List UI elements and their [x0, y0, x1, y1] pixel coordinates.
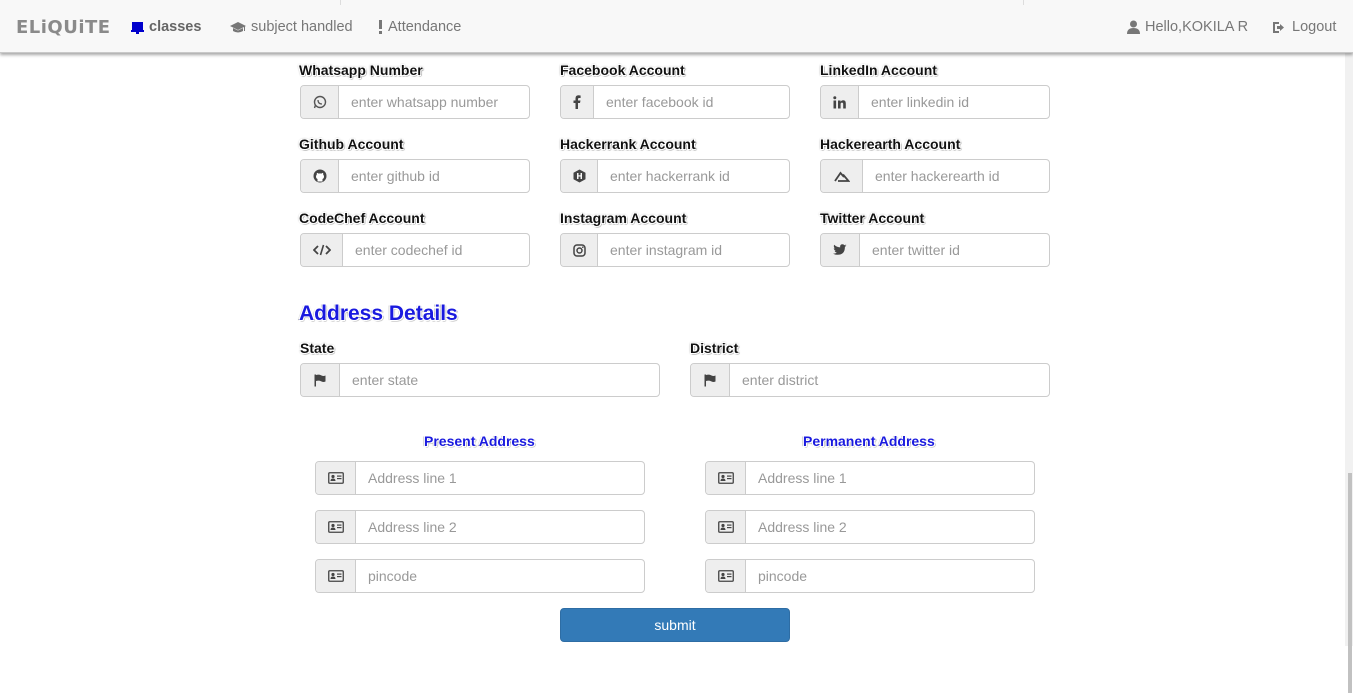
whatsapp-label: Whatsapp Number: [299, 62, 423, 78]
vertical-scrollbar[interactable]: [1345, 53, 1353, 693]
present-line1-group: [315, 461, 645, 495]
address-details-title: Address Details: [299, 302, 458, 325]
github-id-input[interactable]: [339, 160, 529, 192]
permanent-pincode-input[interactable]: [746, 560, 1034, 592]
district-input-group: [690, 363, 1050, 397]
hackerrank-id-input[interactable]: [598, 160, 789, 192]
address-card-icon: [706, 462, 746, 494]
address-card-icon: [316, 560, 356, 592]
user-icon: [1126, 20, 1140, 34]
address-card-icon: [706, 560, 746, 592]
instagram-input-group: [560, 233, 790, 267]
exclamation-icon: [377, 20, 383, 34]
state-label: State: [300, 340, 335, 356]
linkedin-input-group: [820, 85, 1050, 119]
scrollbar-thumb[interactable]: [1348, 473, 1352, 693]
codechef-input-group: [300, 233, 530, 267]
present-address-line2-input[interactable]: [356, 511, 644, 543]
facebook-input-group: [560, 85, 790, 119]
logout-label: Logout: [1292, 19, 1337, 35]
permanent-address-title: Permanent Address: [803, 433, 935, 449]
hackerearth-input-group: [820, 159, 1050, 193]
svg-text:H: H: [576, 172, 582, 181]
top-navbar: ELiQUiTE classes subject handled Attenda…: [0, 0, 1353, 53]
hackerearth-id-input[interactable]: [863, 160, 1049, 192]
state-input-group: [300, 363, 660, 397]
submit-button[interactable]: submit: [560, 608, 790, 642]
hackerrank-input-group: H: [560, 159, 790, 193]
permanent-line1-group: [705, 461, 1035, 495]
nav-subject-handled[interactable]: subject handled: [230, 19, 353, 35]
code-icon: [301, 234, 343, 266]
facebook-icon: [561, 86, 594, 118]
hackerrank-label: Hackerrank Account: [560, 136, 696, 152]
linkedin-id-input[interactable]: [859, 86, 1049, 118]
instagram-id-input[interactable]: [598, 234, 789, 266]
present-address-title: Present Address: [424, 433, 535, 449]
district-input[interactable]: [730, 364, 1049, 396]
whatsapp-icon: [301, 86, 339, 118]
nav-attendance-label: Attendance: [388, 19, 462, 35]
navbar-divider: [340, 0, 341, 5]
present-line2-group: [315, 510, 645, 544]
state-input[interactable]: [340, 364, 659, 396]
github-label: Github Account: [299, 136, 404, 152]
present-pincode-group: [315, 559, 645, 593]
nav-classes[interactable]: classes: [130, 19, 201, 35]
flag-icon: [301, 364, 340, 396]
twitter-id-input[interactable]: [860, 234, 1049, 266]
hackerrank-icon: H: [561, 160, 598, 192]
district-label: District: [690, 340, 739, 356]
instagram-icon: [561, 234, 598, 266]
whatsapp-input-group: [300, 85, 530, 119]
twitter-label: Twitter Account: [820, 210, 925, 226]
logout-icon: [1272, 20, 1287, 34]
linkedin-icon: [821, 86, 859, 118]
permanent-address-line2-input[interactable]: [746, 511, 1034, 543]
facebook-label: Facebook Account: [560, 62, 685, 78]
permanent-address-line1-input[interactable]: [746, 462, 1034, 494]
graduation-cap-icon: [230, 20, 246, 34]
address-card-icon: [316, 462, 356, 494]
nav-attendance[interactable]: Attendance: [377, 19, 461, 35]
hackerearth-icon: [821, 160, 863, 192]
permanent-line2-group: [705, 510, 1035, 544]
user-greeting-label: Hello,KOKILA R: [1145, 19, 1249, 35]
address-card-icon: [706, 511, 746, 543]
logout-link[interactable]: Logout: [1272, 19, 1336, 35]
permanent-pincode-group: [705, 559, 1035, 593]
navbar-divider: [1023, 0, 1024, 5]
codechef-id-input[interactable]: [343, 234, 529, 266]
nav-classes-label: classes: [149, 19, 202, 35]
flag-icon: [691, 364, 730, 396]
nav-subject-label: subject handled: [251, 19, 353, 35]
facebook-id-input[interactable]: [594, 86, 789, 118]
present-pincode-input[interactable]: [356, 560, 644, 592]
twitter-input-group: [820, 233, 1050, 267]
instagram-label: Instagram Account: [560, 210, 687, 226]
github-icon: [301, 160, 339, 192]
chalkboard-icon: [130, 20, 144, 34]
linkedin-label: LinkedIn Account: [820, 62, 937, 78]
hackerearth-label: Hackerearth Account: [820, 136, 961, 152]
user-greeting[interactable]: Hello,KOKILA R: [1126, 19, 1248, 35]
whatsapp-number-input[interactable]: [339, 86, 529, 118]
twitter-icon: [821, 234, 860, 266]
codechef-label: CodeChef Account: [299, 210, 425, 226]
brand-logo[interactable]: ELiQUiTE: [16, 17, 111, 38]
present-address-line1-input[interactable]: [356, 462, 644, 494]
github-input-group: [300, 159, 530, 193]
address-card-icon: [316, 511, 356, 543]
